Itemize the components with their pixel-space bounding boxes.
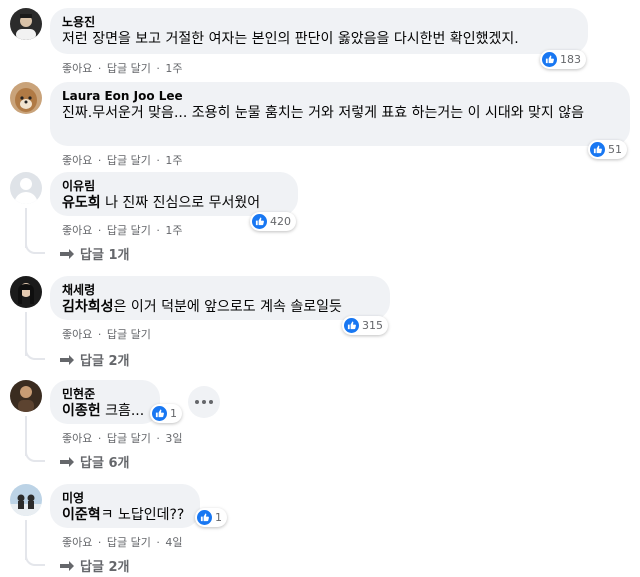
reaction-count[interactable]: 1 [195,508,227,527]
comment-text: 이준혁ㅋ 노답인데?? [62,507,185,523]
thumbs-up-icon [197,510,212,525]
reaction-count[interactable]: 51 [588,140,627,159]
like-count: 315 [362,319,383,332]
like-count: 183 [560,53,581,66]
view-replies-button[interactable]: 답글 2개 [60,556,129,575]
comment-time[interactable]: 1주 [165,222,182,238]
comment-actions: 좋아요 · 답글 달기 · 3일 [62,430,183,446]
like-link[interactable]: 좋아요 [62,222,92,238]
reply-link[interactable]: 답글 달기 [107,60,151,76]
comment-text: 이종헌 크흠... [62,403,145,419]
thumbs-up-icon [542,52,557,67]
avatar[interactable] [10,276,42,308]
replies-label: 답글 1개 [80,248,130,263]
comment-bubble: 이유림 유도희 나 진짜 진심으로 무서웠어 [50,172,298,216]
mention-link[interactable]: 이종헌 [62,403,101,419]
thumbs-up-icon [152,406,167,421]
comment-actions: 좋아요 · 답글 달기 · 4일 [62,534,183,550]
comment-time[interactable]: 4일 [165,534,182,550]
comment-actions: 좋아요 · 답글 달기 · 1주 [62,222,183,238]
like-count: 1 [170,407,177,420]
reply-arrow-icon [60,248,74,259]
comment-time[interactable]: 1주 [165,60,182,76]
comment-actions: 좋아요 · 답글 달기 · 1주 [62,152,183,168]
thread-curve [25,240,45,254]
comment-author[interactable]: 노용진 [62,14,576,30]
reply-link[interactable]: 답글 달기 [107,430,151,446]
thumbs-up-icon [590,142,605,157]
reply-arrow-icon [60,456,74,467]
like-link[interactable]: 좋아요 [62,152,92,168]
like-count: 420 [270,215,291,228]
avatar[interactable] [10,82,42,114]
comment-bubble: 미영 이준혁ㅋ 노답인데?? [50,484,200,528]
reply-link[interactable]: 답글 달기 [107,326,151,342]
avatar[interactable] [10,484,42,516]
avatar[interactable] [10,8,42,40]
thumbs-up-icon [252,214,267,229]
comment-bubble: Laura Eon Joo Lee 진짜.무서운거 맞음... 조용히 눈물 훔… [50,82,630,146]
thumbs-up-icon [344,318,359,333]
reply-link[interactable]: 답글 달기 [107,152,151,168]
comment-author[interactable]: Laura Eon Joo Lee [62,88,618,104]
reaction-count[interactable]: 420 [250,212,296,231]
reply-arrow-icon [60,560,74,571]
mention-link[interactable]: 김차희성 [62,299,114,315]
like-link[interactable]: 좋아요 [62,534,92,550]
reaction-count[interactable]: 315 [342,316,388,335]
avatar[interactable] [10,172,42,204]
thread-curve [25,552,45,566]
reply-link[interactable]: 답글 달기 [107,534,151,550]
replies-label: 답글 2개 [80,560,130,575]
comment-bubble: 노용진 저런 장면을 보고 거절한 여자는 본인의 판단이 옳았음을 다시한번 … [50,8,588,54]
more-options-icon[interactable] [188,386,220,418]
comment-author[interactable]: 채세령 [62,282,378,298]
thread-curve [25,448,45,462]
avatar[interactable] [10,380,42,412]
like-link[interactable]: 좋아요 [62,430,92,446]
view-replies-button[interactable]: 답글 2개 [60,350,129,369]
comment-text: 진짜.무서운거 맞음... 조용히 눈물 훔치는 거와 저렇게 표효 하는거는 … [62,105,585,121]
view-replies-button[interactable]: 답글 1개 [60,244,129,263]
comment-actions: 좋아요 · 답글 달기 · 1주 [62,60,183,76]
thread-curve [25,346,45,360]
comment-text: 저런 장면을 보고 거절한 여자는 본인의 판단이 옳았음을 다시한번 확인했겠… [62,31,519,47]
comment-time[interactable]: 1주 [165,152,182,168]
like-count: 51 [608,143,622,156]
comment-text: 유도희 나 진짜 진심으로 무서웠어 [62,195,261,211]
mention-link[interactable]: 유도희 [62,195,101,211]
comment-time[interactable]: 3일 [165,430,182,446]
comment-bubble: 채세령 김차희성은 이거 덕분에 앞으로도 계속 솔로일듯 [50,276,390,320]
comment-text: 김차희성은 이거 덕분에 앞으로도 계속 솔로일듯 [62,299,342,315]
replies-label: 답글 6개 [80,456,130,471]
reaction-count[interactable]: 1 [150,404,182,423]
comment-author[interactable]: 민현준 [62,386,148,402]
reaction-count[interactable]: 183 [540,50,586,69]
reply-arrow-icon [60,354,74,365]
comment-actions: 좋아요 · 답글 달기 [62,326,151,342]
like-link[interactable]: 좋아요 [62,326,92,342]
mention-link[interactable]: 이준혁 [62,507,101,523]
comment-author[interactable]: 미영 [62,490,188,506]
like-link[interactable]: 좋아요 [62,60,92,76]
like-count: 1 [215,511,222,524]
comment-author[interactable]: 이유림 [62,178,286,194]
view-replies-button[interactable]: 답글 6개 [60,452,129,471]
reply-link[interactable]: 답글 달기 [107,222,151,238]
replies-label: 답글 2개 [80,354,130,369]
comment-bubble: 민현준 이종헌 크흠... [50,380,160,424]
